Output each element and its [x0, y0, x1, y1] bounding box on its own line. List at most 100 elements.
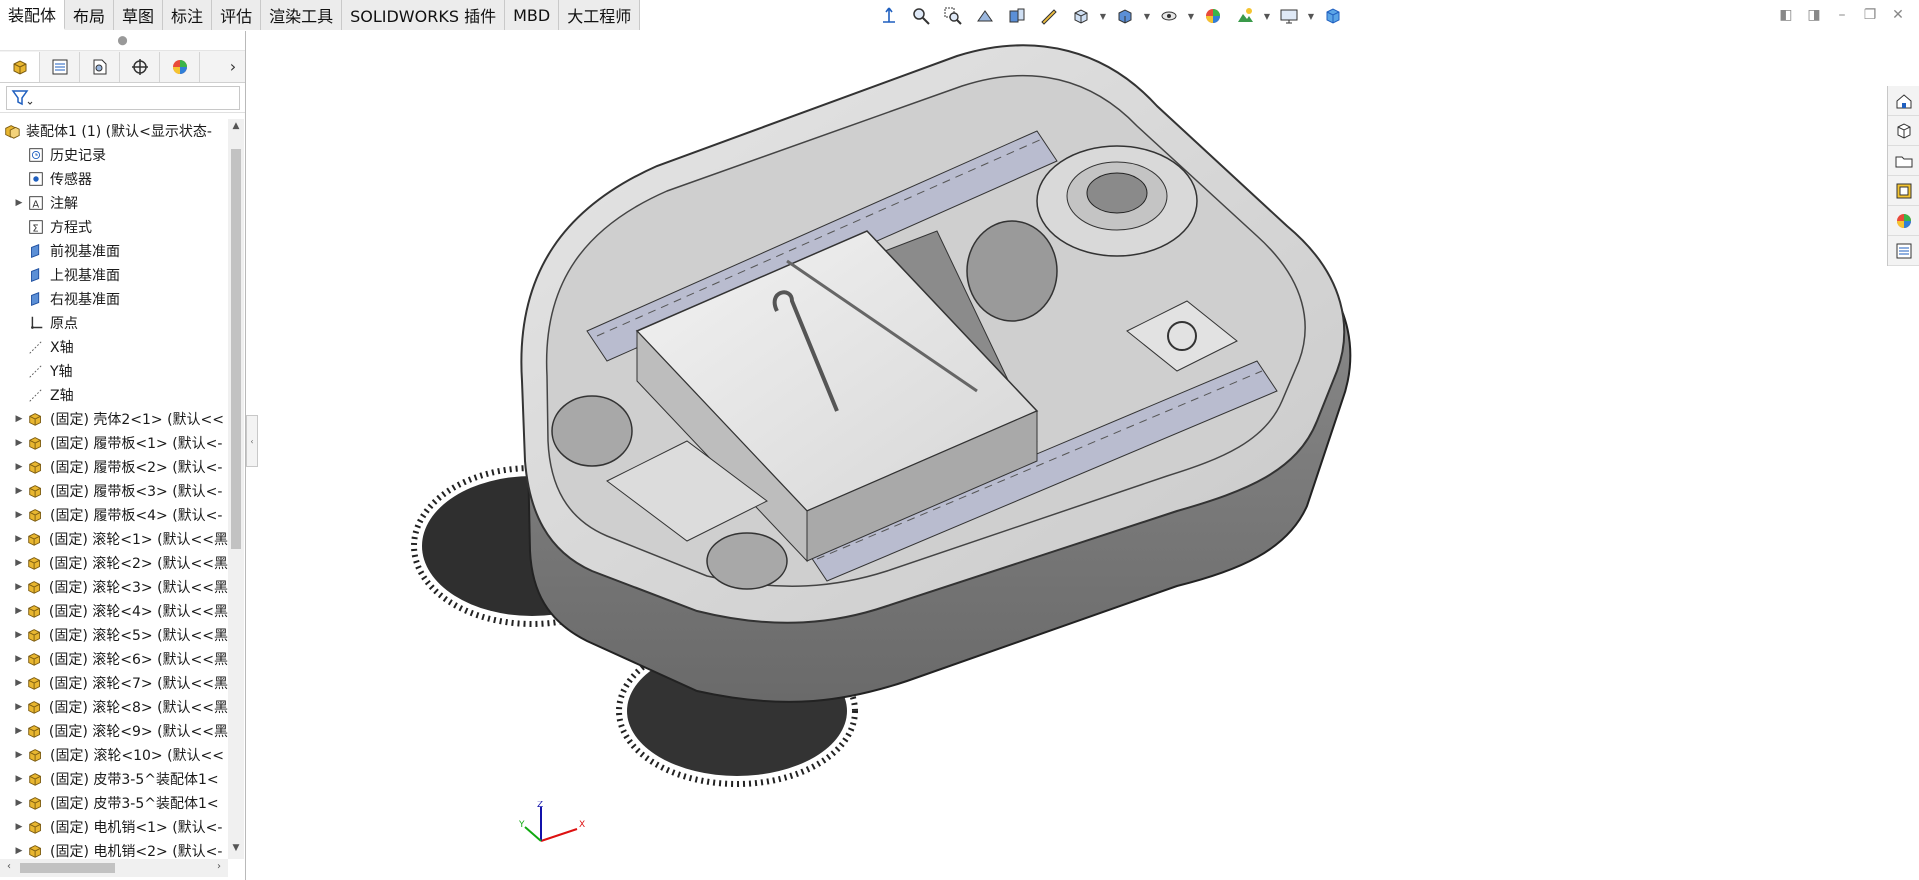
chevron-right-icon[interactable]: › [212, 861, 226, 872]
tree-root-assembly[interactable]: 装配体1 (1) (默认<显示状态- [0, 119, 228, 143]
view-palette-icon[interactable] [1888, 176, 1919, 206]
tree-item[interactable]: 前视基准面 [0, 239, 228, 263]
feature-tree-tab-icon[interactable] [0, 51, 40, 82]
graphics-viewport[interactable]: X Z Y [247, 31, 1887, 880]
tree-item[interactable]: ▶ (固定) 履带板<1> (默认<- [0, 431, 228, 455]
tree-item[interactable]: ▶ (固定) 滚轮<8> (默认<<黑 [0, 695, 228, 719]
dynamic-annotation-icon[interactable] [1035, 4, 1063, 28]
3d-view-cube-icon[interactable] [1319, 4, 1347, 28]
expand-arrow-icon[interactable]: ▶ [12, 534, 26, 544]
minimize-icon[interactable]: – [1833, 6, 1851, 24]
tree-vertical-scrollbar[interactable]: ▲ ▼ [228, 119, 244, 859]
chevron-down-icon[interactable]: ▼ [1143, 4, 1151, 28]
expand-arrow-icon[interactable]: ▶ [12, 726, 26, 736]
tree-item[interactable]: Z轴 [0, 383, 228, 407]
tree-item[interactable]: 上视基准面 [0, 263, 228, 287]
expand-arrow-icon[interactable]: ▶ [12, 414, 26, 424]
tree-item[interactable]: ▶ (固定) 滚轮<4> (默认<<黑 [0, 599, 228, 623]
zoom-to-area-icon[interactable] [939, 4, 967, 28]
panel-left-icon[interactable]: ◧ [1777, 6, 1795, 24]
expand-arrow-icon[interactable]: ▶ [12, 678, 26, 688]
restore-icon[interactable]: ❐ [1861, 6, 1879, 24]
custom-properties-icon[interactable] [1888, 236, 1919, 266]
appearances-icon[interactable] [1888, 206, 1919, 236]
tree-item[interactable]: Y轴 [0, 359, 228, 383]
view-settings-icon[interactable] [1275, 4, 1303, 28]
configuration-manager-tab-icon[interactable] [80, 51, 120, 82]
tree-item[interactable]: ▶ (固定) 皮带3-5^装配体1< [0, 767, 228, 791]
home-icon[interactable] [1888, 86, 1919, 116]
apply-scene-icon[interactable] [1231, 4, 1259, 28]
tree-item[interactable]: ▶ (固定) 滚轮<7> (默认<<黑 [0, 671, 228, 695]
chevron-down-icon[interactable]: ▼ [228, 843, 244, 857]
command-tab[interactable]: 草图 [114, 0, 164, 30]
chevron-left-icon[interactable]: ‹ [2, 861, 16, 872]
expand-arrow-icon[interactable]: ▶ [12, 558, 26, 568]
command-tab[interactable]: 评估 [212, 0, 262, 30]
chevron-up-icon[interactable]: ▲ [228, 121, 244, 135]
scrollbar-thumb[interactable] [20, 863, 115, 873]
tree-item[interactable]: 原点 [0, 311, 228, 335]
file-explorer-icon[interactable] [1888, 146, 1919, 176]
chevron-down-icon[interactable]: ▼ [1263, 4, 1271, 28]
dimxpert-tab-icon[interactable] [120, 51, 160, 82]
command-tab[interactable]: SOLIDWORKS 插件 [342, 0, 506, 30]
expand-arrow-icon[interactable]: ▶ [12, 750, 26, 760]
robot-vacuum-model[interactable] [247, 31, 1887, 880]
expand-arrow-icon[interactable]: ▶ [12, 198, 26, 208]
expand-arrow-icon[interactable]: ▶ [12, 630, 26, 640]
expand-arrow-icon[interactable]: ▶ [12, 846, 26, 856]
design-library-icon[interactable] [1888, 116, 1919, 146]
tree-item[interactable]: Σ 方程式 [0, 215, 228, 239]
view-orientation-origin-icon[interactable] [875, 4, 903, 28]
edit-appearance-icon[interactable] [1199, 4, 1227, 28]
command-tab[interactable]: 装配体 [0, 0, 66, 30]
expand-arrow-icon[interactable]: ▶ [12, 606, 26, 616]
expand-arrow-icon[interactable]: ▶ [12, 510, 26, 520]
tree-horizontal-scrollbar[interactable]: ‹ › [0, 859, 228, 877]
tree-item[interactable]: 右视基准面 [0, 287, 228, 311]
tree-item[interactable]: ▶ (固定) 滚轮<6> (默认<<黑 [0, 647, 228, 671]
tree-item[interactable]: ▶ (固定) 电机销<2> (默认<- [0, 839, 228, 859]
display-manager-tab-icon[interactable] [160, 51, 200, 82]
zoom-to-fit-icon[interactable] [907, 4, 935, 28]
expand-arrow-icon[interactable]: ▶ [12, 702, 26, 712]
expand-arrow-icon[interactable]: ▶ [12, 822, 26, 832]
expand-arrow-icon[interactable]: ▶ [12, 438, 26, 448]
property-manager-tab-icon[interactable] [40, 51, 80, 82]
tree-item[interactable]: ▶ (固定) 滚轮<10> (默认<< [0, 743, 228, 767]
close-icon[interactable]: ✕ [1889, 6, 1907, 24]
display-style-icon[interactable] [1111, 4, 1139, 28]
view-orientation-icon[interactable] [1067, 4, 1095, 28]
panel-grip[interactable]: ⬤ [0, 31, 245, 51]
command-tab[interactable]: 渲染工具 [261, 0, 343, 30]
tree-item[interactable]: ▶ (固定) 履带板<2> (默认<- [0, 455, 228, 479]
tree-item[interactable]: ▶ (固定) 滚轮<2> (默认<<黑 [0, 551, 228, 575]
command-tab[interactable]: 标注 [163, 0, 213, 30]
command-tab[interactable]: 布局 [65, 0, 115, 30]
tree-item[interactable]: ▶ (固定) 履带板<4> (默认<- [0, 503, 228, 527]
expand-arrow-icon[interactable]: ▶ [12, 582, 26, 592]
tree-item[interactable]: ▶ (固定) 履带板<3> (默认<- [0, 479, 228, 503]
expand-arrow-icon[interactable]: ▶ [12, 774, 26, 784]
chevron-down-icon[interactable]: ▼ [1307, 4, 1315, 28]
chevron-down-icon[interactable]: ▼ [1187, 4, 1195, 28]
filter-input[interactable] [6, 85, 240, 110]
expand-arrow-icon[interactable]: ▶ [12, 486, 26, 496]
expand-arrow-icon[interactable]: ▶ [12, 798, 26, 808]
previous-view-icon[interactable] [971, 4, 999, 28]
tree-item[interactable]: X轴 [0, 335, 228, 359]
command-tab[interactable]: 大工程师 [559, 0, 641, 30]
tree-item[interactable]: ▶ (固定) 壳体2<1> (默认<< [0, 407, 228, 431]
chevron-right-icon[interactable]: › [221, 57, 245, 76]
tree-item[interactable]: ▶ (固定) 滚轮<1> (默认<<黑 [0, 527, 228, 551]
tree-item[interactable]: ▶ A 注解 [0, 191, 228, 215]
tree-item[interactable]: ▶ (固定) 滚轮<9> (默认<<黑 [0, 719, 228, 743]
tree-item[interactable]: ▶ (固定) 皮带3-5^装配体1< [0, 791, 228, 815]
section-view-icon[interactable] [1003, 4, 1031, 28]
tree-item[interactable]: ▶ (固定) 滚轮<3> (默认<<黑 [0, 575, 228, 599]
expand-arrow-icon[interactable]: ▶ [12, 462, 26, 472]
scrollbar-thumb[interactable] [231, 149, 241, 549]
command-tab[interactable]: MBD [505, 0, 560, 30]
hide-show-items-icon[interactable] [1155, 4, 1183, 28]
